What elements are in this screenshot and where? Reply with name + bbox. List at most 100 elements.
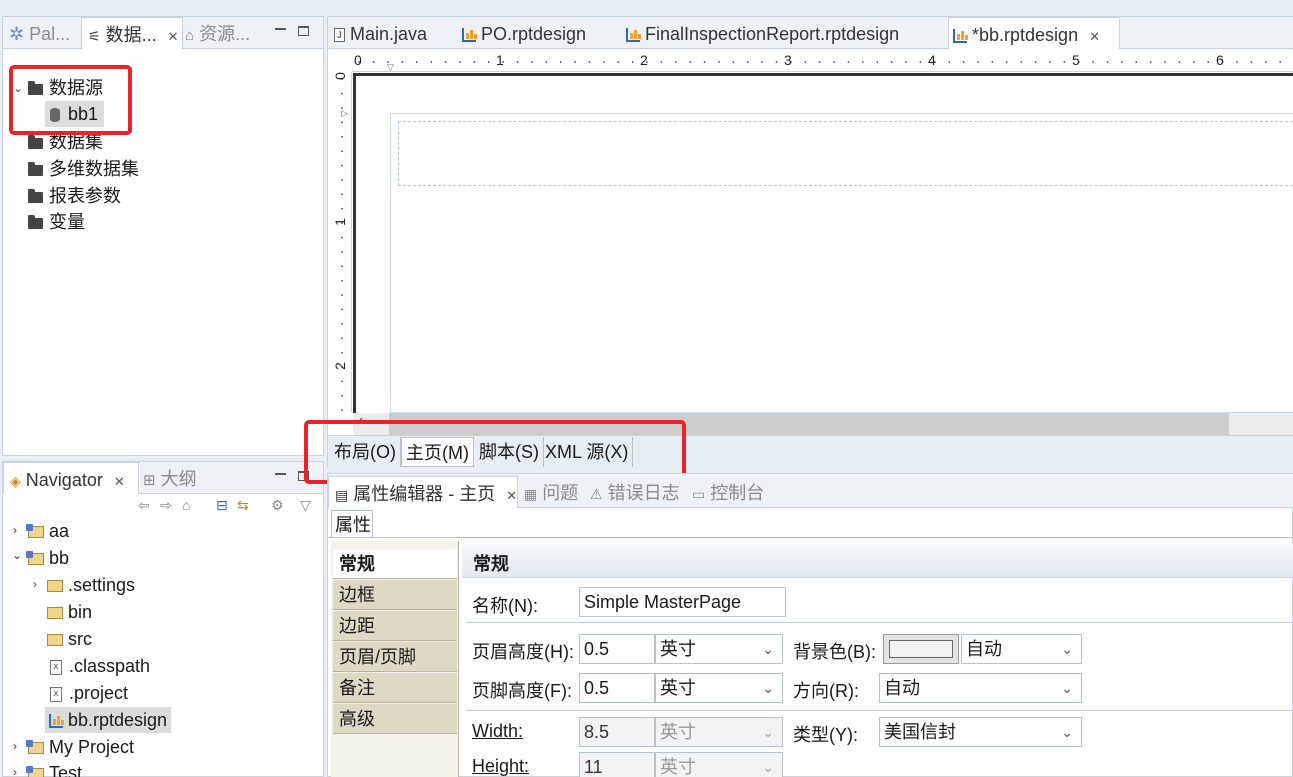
category-comments[interactable]: 备注 (333, 673, 457, 703)
bgcolor-label: 背景色(B): (793, 642, 876, 662)
forward-icon[interactable]: ⇨ (160, 497, 172, 514)
width-input[interactable]: 8.5 (579, 717, 655, 747)
ruler-marker-icon[interactable]: ▷ (341, 108, 348, 119)
project-folder-icon (26, 766, 44, 777)
tree-item-my-project[interactable]: My Project (26, 734, 134, 760)
filter-icon[interactable]: ⚙ (271, 497, 284, 514)
tab-property-editor[interactable]: ▤ 属性编辑器 - 主页 ✕ (328, 476, 518, 508)
folder-icon (28, 214, 43, 229)
header-height-unit-select[interactable]: 英寸 ⌄ (655, 634, 783, 664)
tab-navigator[interactable]: ◈ Navigator ✕ (3, 462, 139, 494)
height-label: Height: (472, 756, 530, 776)
category-header-footer[interactable]: 页眉/页脚 (333, 642, 457, 672)
xml-file-icon: x (50, 659, 62, 675)
console-icon: ▭ (692, 486, 706, 502)
tree-item-bb-rptdesign[interactable]: bb.rptdesign (45, 707, 172, 733)
ruler-label: 0 (354, 52, 362, 68)
view-menu-icon[interactable]: ▽ (300, 497, 311, 514)
tab-bb-rptdesign[interactable]: *bb.rptdesign ✕ (948, 17, 1120, 49)
tab-finalinspection-rptdesign[interactable]: FinalInspectionReport.rptdesign (626, 17, 936, 49)
back-icon[interactable]: ⇦ (138, 497, 150, 514)
tab-console[interactable]: ▭ 控制台 (692, 476, 782, 508)
chevron-right-icon[interactable]: › (13, 523, 17, 537)
bgcolor-select[interactable]: 自动 ⌄ (961, 634, 1082, 664)
property-editor-icon: ▤ (335, 487, 349, 503)
chevron-down-icon: ⌄ (762, 759, 774, 775)
ruler-label: 1 (496, 52, 504, 68)
chevron-right-icon[interactable]: › (13, 739, 17, 753)
chevron-down-icon[interactable]: ⌄ (12, 548, 22, 562)
tree-item-data-cubes[interactable]: 多维数据集 (28, 156, 139, 182)
height-unit-select[interactable]: 英寸 ⌄ (655, 752, 783, 777)
report-design-icon (462, 28, 477, 43)
height-input[interactable]: 11 (579, 752, 655, 777)
tree-item-project[interactable]: x .project (50, 680, 128, 706)
ruler-label: 1 (331, 218, 348, 226)
footer-height-unit-select[interactable]: 英寸 ⌄ (655, 673, 783, 703)
close-icon[interactable]: ✕ (114, 474, 125, 489)
name-input[interactable]: Simple MasterPage (579, 587, 786, 617)
navigator-icon: ◈ (10, 473, 21, 489)
chevron-down-icon: ⌄ (1061, 724, 1073, 740)
chevron-down-icon: ⌄ (762, 680, 774, 696)
collapse-all-icon[interactable]: ⊟ (216, 497, 228, 514)
properties-subtab[interactable]: 属性 (331, 510, 373, 538)
category-margin[interactable]: 边距 (333, 611, 457, 641)
chevron-right-icon[interactable]: › (33, 577, 37, 591)
tab-main-java[interactable]: J Main.java (334, 17, 454, 49)
tree-item-aa[interactable]: aa (26, 518, 69, 544)
tree-item-variables[interactable]: 变量 (28, 209, 85, 235)
tree-item-src[interactable]: src (47, 626, 92, 652)
ruler-label: 6 (1216, 52, 1224, 68)
section-title: 常规 (473, 554, 509, 574)
name-label: 名称(N): (472, 596, 538, 616)
tab-po-rptdesign[interactable]: PO.rptdesign (462, 17, 612, 49)
chevron-right-icon[interactable]: › (13, 765, 17, 777)
tree-item-classpath[interactable]: x .classpath (50, 653, 150, 679)
type-select[interactable]: 美国信封 ⌄ (879, 717, 1082, 747)
tab-problems[interactable]: ▦ 问题 (524, 476, 584, 508)
width-label: Width: (472, 721, 524, 741)
page-header-area[interactable] (398, 121, 1293, 186)
report-design-icon (953, 29, 968, 44)
tab-error-log[interactable]: ⚠ 错误日志 (590, 476, 686, 508)
folder-icon (28, 188, 43, 203)
color-swatch-button[interactable] (883, 634, 959, 664)
separator (466, 622, 1293, 623)
ruler-marker-icon[interactable]: ▽ (387, 62, 394, 73)
header-height-input[interactable]: 0.5 (579, 634, 655, 664)
maximize-icon[interactable] (298, 26, 309, 36)
folder-icon (28, 161, 43, 176)
tree-item-settings[interactable]: .settings (47, 572, 135, 598)
tree-item-bb[interactable]: bb (26, 545, 69, 571)
data-explorer-icon: ⚟ (88, 28, 101, 44)
project-folder-icon (26, 551, 44, 566)
properties-subtab-line (328, 537, 1293, 538)
close-icon[interactable]: ✕ (168, 29, 179, 44)
close-icon[interactable]: ✕ (1089, 29, 1100, 44)
tree-item-test[interactable]: Test (26, 760, 82, 777)
tab-data-explorer[interactable]: ⚟ 数据... ✕ (81, 17, 183, 49)
orientation-select[interactable]: 自动 ⌄ (879, 673, 1082, 703)
tree-item-report-parameters[interactable]: 报表参数 (28, 183, 121, 209)
close-icon[interactable]: ✕ (506, 488, 517, 503)
footer-height-input[interactable]: 0.5 (579, 673, 655, 703)
category-advanced[interactable]: 高级 (333, 704, 457, 734)
ruler-label: 2 (640, 52, 648, 68)
data-explorer-tabbar: ✲ Pal... ⚟ 数据... ✕ ⌂ 资源... (3, 17, 323, 49)
home-icon[interactable]: ⌂ (182, 497, 190, 513)
link-editor-icon[interactable]: ⇆ (237, 497, 249, 514)
orientation-label: 方向(R): (793, 681, 859, 701)
minimize-icon[interactable] (275, 473, 286, 475)
tab-palette[interactable]: ✲ Pal... (9, 17, 81, 49)
minimize-icon[interactable] (275, 28, 286, 30)
tab-resource-explorer[interactable]: ⌂ 资源... (185, 17, 275, 49)
category-general[interactable]: 常规 (333, 549, 457, 579)
tab-outline[interactable]: ⊞ 大纲 (143, 462, 213, 494)
tree-item-bin[interactable]: bin (47, 599, 92, 625)
xml-file-icon: x (50, 686, 62, 702)
editor-tabbar: J Main.java PO.rptdesign FinalInspection… (328, 17, 1293, 49)
category-border[interactable]: 边框 (333, 580, 457, 610)
palette-icon: ✲ (9, 24, 25, 44)
width-unit-select[interactable]: 英寸 ⌄ (655, 717, 783, 747)
